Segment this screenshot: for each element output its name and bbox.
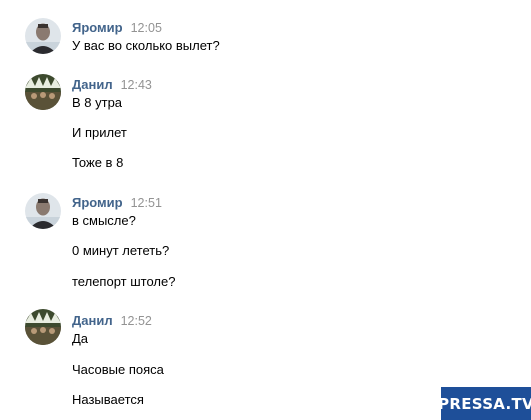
author-name[interactable]: Данил bbox=[72, 77, 113, 92]
group-photo-avatar-icon bbox=[25, 309, 61, 345]
author-name[interactable]: Данил bbox=[72, 313, 113, 328]
group-photo-avatar-icon bbox=[25, 74, 61, 110]
watermark-logo: PRESSA.TV bbox=[438, 387, 531, 420]
message-time: 12:43 bbox=[120, 78, 152, 92]
message-author[interactable]: Яромир 12:51 bbox=[72, 195, 162, 210]
message-text: В 8 утра bbox=[72, 95, 123, 110]
message-text: У вас во сколько вылет? bbox=[72, 38, 220, 53]
avatar[interactable] bbox=[25, 309, 61, 345]
message-text: И прилет bbox=[72, 125, 127, 140]
message-text: Тоже в 8 bbox=[72, 155, 124, 170]
message-text: телепорт штоле? bbox=[72, 274, 176, 289]
message-text: Называется bbox=[72, 392, 144, 407]
avatar[interactable] bbox=[25, 18, 61, 54]
message-author[interactable]: Яромир 12:05 bbox=[72, 20, 162, 35]
man-photo-avatar-icon bbox=[25, 193, 61, 229]
man-photo-avatar-icon bbox=[25, 18, 61, 54]
avatar[interactable] bbox=[25, 193, 61, 229]
message-time: 12:52 bbox=[120, 314, 152, 328]
message-author[interactable]: Данил 12:52 bbox=[72, 313, 152, 328]
author-name[interactable]: Яромир bbox=[72, 195, 123, 210]
author-name[interactable]: Яромир bbox=[72, 20, 123, 35]
message-text: Да bbox=[72, 331, 89, 346]
message-time: 12:51 bbox=[130, 196, 162, 210]
message-text: 0 минут лететь? bbox=[72, 243, 170, 258]
message-author[interactable]: Данил 12:43 bbox=[72, 77, 152, 92]
message-text: в смысле? bbox=[72, 213, 136, 228]
message-text: Часовые пояса bbox=[72, 362, 164, 377]
message-time: 12:05 bbox=[130, 21, 162, 35]
avatar[interactable] bbox=[25, 74, 61, 110]
